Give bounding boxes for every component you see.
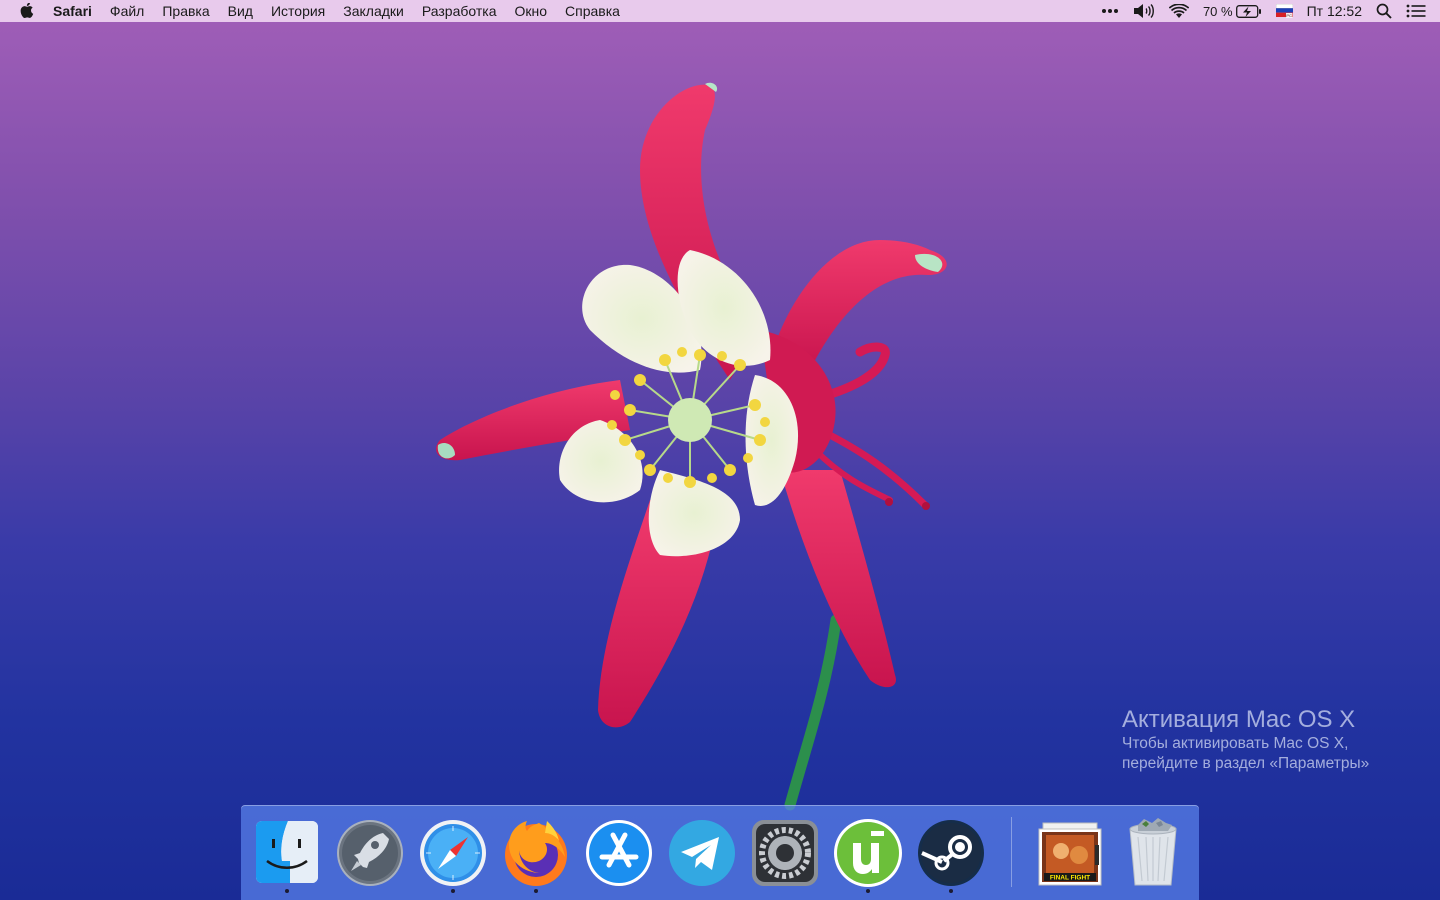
dock-app-store[interactable]: [582, 815, 656, 895]
dock: FINAL FIGHT: [241, 805, 1199, 900]
activation-line1: Чтобы активировать Mac OS X,: [1122, 735, 1349, 752]
dock-firefox[interactable]: [499, 815, 573, 895]
finder-icon: [256, 821, 318, 883]
activation-watermark: Активация Mac OS X Чтобы активировать Ma…: [1122, 706, 1369, 774]
app-store-icon: [586, 820, 652, 886]
dock-system-preferences[interactable]: [748, 815, 822, 895]
trash-full-icon: [1129, 818, 1177, 886]
dock-utorrent[interactable]: [831, 815, 905, 895]
dock-downloads-stack[interactable]: FINAL FIGHT: [1033, 815, 1107, 895]
activation-title: Активация Mac OS X: [1122, 706, 1356, 733]
dock-separator: [1011, 817, 1012, 887]
dock-launchpad[interactable]: [333, 815, 407, 895]
firefox-icon: [505, 821, 567, 886]
dock-safari[interactable]: [416, 815, 490, 895]
dock-running-indicator: [866, 889, 870, 893]
safari-compass-icon: [420, 820, 486, 886]
utorrent-icon: [834, 819, 902, 887]
dock-telegram[interactable]: [665, 815, 739, 895]
dock-running-indicator: [949, 889, 953, 893]
stack-label: FINAL FIGHT: [1050, 875, 1090, 882]
activation-line2: перейдите в раздел «Параметры»: [1122, 755, 1370, 772]
dock-finder[interactable]: [250, 815, 324, 895]
system-preferences-gear-icon: [752, 820, 818, 886]
steam-icon: [918, 820, 984, 886]
dock-trash[interactable]: [1116, 815, 1190, 895]
telegram-icon: [669, 820, 735, 886]
dock-running-indicator: [534, 889, 538, 893]
dock-running-indicator: [451, 889, 455, 893]
launchpad-rocket-icon: [337, 820, 403, 886]
downloads-stack-icon: FINAL FIGHT: [1038, 822, 1102, 886]
dock-steam[interactable]: [914, 815, 988, 895]
dock-running-indicator: [285, 889, 289, 893]
